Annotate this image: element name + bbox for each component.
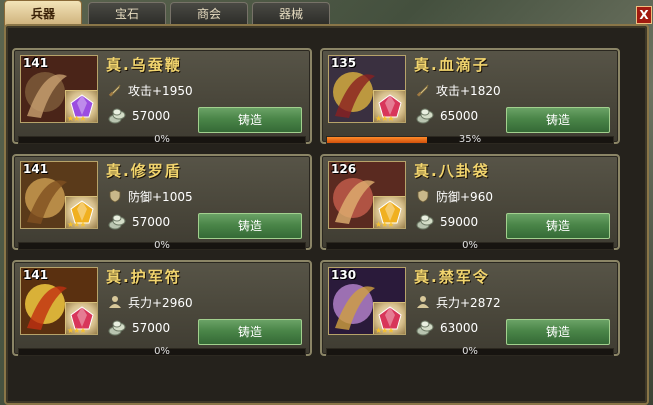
item-stat: 攻击+1950 bbox=[108, 82, 193, 99]
stat-value: 兵力+2872 bbox=[436, 296, 501, 310]
gem-slot[interactable]: ★★★ bbox=[65, 302, 97, 335]
gem-slot[interactable]: ★★★ bbox=[373, 302, 405, 335]
forge-progress-bar: 0% bbox=[18, 240, 306, 251]
gem-slot[interactable]: ★★★ bbox=[65, 90, 97, 123]
silver-icon bbox=[108, 214, 126, 230]
item-portrait: 141 ★★★ bbox=[20, 55, 98, 123]
forge-progress-bar: 0% bbox=[18, 134, 306, 145]
weapon-card-2[interactable]: 135 ★★★ 真.血滴子 攻击+1820 65000 铸造 35% bbox=[320, 48, 620, 145]
gem-slot[interactable]: ★★★ bbox=[373, 196, 405, 229]
item-cost: 57000 bbox=[108, 108, 170, 124]
forge-progress-bar: 35% bbox=[326, 134, 614, 145]
item-portrait: 130 ★★★ bbox=[328, 267, 406, 335]
item-name: 真.护军符 bbox=[106, 268, 182, 286]
cost-value: 63000 bbox=[440, 321, 479, 335]
item-cost: 57000 bbox=[108, 214, 170, 230]
item-stat: 防御+960 bbox=[416, 188, 493, 205]
progress-label: 0% bbox=[154, 240, 170, 251]
progress-label: 35% bbox=[458, 134, 482, 145]
item-cost: 65000 bbox=[416, 108, 478, 124]
gem-slot[interactable]: ★★★ bbox=[373, 90, 405, 123]
tab-bar: 兵器 宝石 商会 器械 X bbox=[0, 0, 653, 26]
silver-icon bbox=[416, 214, 434, 230]
item-name: 真.八卦袋 bbox=[414, 162, 490, 180]
item-portrait: 135 ★★★ bbox=[328, 55, 406, 123]
star-rating: ★★★ bbox=[67, 326, 86, 335]
star-rating: ★★★ bbox=[67, 114, 86, 123]
close-button[interactable]: X bbox=[636, 6, 652, 24]
forge-progress-bar: 0% bbox=[326, 240, 614, 251]
weapon-card-5[interactable]: 141 ★★★ 真.护军符 兵力+2960 57000 铸造 0% bbox=[12, 260, 312, 357]
stat-value: 防御+960 bbox=[436, 190, 493, 204]
cost-value: 65000 bbox=[440, 109, 479, 123]
tab-guild[interactable]: 商会 bbox=[170, 2, 248, 26]
silver-icon bbox=[416, 108, 434, 124]
shield-icon bbox=[108, 189, 122, 203]
item-name: 真.乌蚕鞭 bbox=[106, 56, 182, 74]
item-level: 126 bbox=[331, 162, 357, 176]
silver-icon bbox=[108, 108, 126, 124]
gem-slot[interactable]: ★★★ bbox=[65, 196, 97, 229]
cost-value: 59000 bbox=[440, 215, 479, 229]
item-cost: 59000 bbox=[416, 214, 478, 230]
forge-progress-bar: 0% bbox=[18, 346, 306, 357]
stat-value: 攻击+1820 bbox=[436, 84, 501, 98]
forge-button[interactable]: 铸造 bbox=[198, 213, 302, 239]
item-portrait: 141 ★★★ bbox=[20, 267, 98, 335]
item-stat: 兵力+2960 bbox=[108, 294, 193, 311]
item-stat: 防御+1005 bbox=[108, 188, 193, 205]
star-rating: ★★★ bbox=[375, 114, 394, 123]
star-rating: ★★★ bbox=[375, 220, 394, 229]
silver-icon bbox=[108, 320, 126, 336]
progress-label: 0% bbox=[462, 346, 478, 357]
weapon-card-6[interactable]: 130 ★★★ 真.禁军令 兵力+2872 63000 铸造 0% bbox=[320, 260, 620, 357]
weapon-card-4[interactable]: 126 ★★★ 真.八卦袋 防御+960 59000 铸造 0% bbox=[320, 154, 620, 251]
item-level: 135 bbox=[331, 56, 357, 70]
item-name: 真.修罗盾 bbox=[106, 162, 182, 180]
item-cost: 57000 bbox=[108, 320, 170, 336]
item-portrait: 141 ★★★ bbox=[20, 161, 98, 229]
progress-label: 0% bbox=[154, 346, 170, 357]
forge-button[interactable]: 铸造 bbox=[506, 319, 610, 345]
item-cost: 63000 bbox=[416, 320, 478, 336]
item-portrait: 126 ★★★ bbox=[328, 161, 406, 229]
item-level: 141 bbox=[23, 162, 49, 176]
cost-value: 57000 bbox=[132, 109, 171, 123]
forge-button[interactable]: 铸造 bbox=[506, 213, 610, 239]
progress-label: 0% bbox=[154, 134, 170, 145]
person-icon bbox=[416, 295, 430, 309]
progress-label: 0% bbox=[462, 240, 478, 251]
sword-icon bbox=[416, 83, 430, 97]
forge-button[interactable]: 铸造 bbox=[198, 319, 302, 345]
weapon-card-1[interactable]: 141 ★★★ 真.乌蚕鞭 攻击+1950 57000 铸造 0% bbox=[12, 48, 312, 145]
weapon-card-3[interactable]: 141 ★★★ 真.修罗盾 防御+1005 57000 铸造 0% bbox=[12, 154, 312, 251]
stat-value: 攻击+1950 bbox=[128, 84, 193, 98]
stat-value: 兵力+2960 bbox=[128, 296, 193, 310]
tab-gems[interactable]: 宝石 bbox=[88, 2, 166, 26]
star-rating: ★★★ bbox=[375, 326, 394, 335]
stat-value: 防御+1005 bbox=[128, 190, 193, 204]
forge-button[interactable]: 铸造 bbox=[198, 107, 302, 133]
shield-icon bbox=[416, 189, 430, 203]
item-stat: 兵力+2872 bbox=[416, 294, 501, 311]
item-name: 真.血滴子 bbox=[414, 56, 490, 74]
forge-button[interactable]: 铸造 bbox=[506, 107, 610, 133]
person-icon bbox=[108, 295, 122, 309]
silver-icon bbox=[416, 320, 434, 336]
item-level: 130 bbox=[331, 268, 357, 282]
forge-progress-bar: 0% bbox=[326, 346, 614, 357]
item-name: 真.禁军令 bbox=[414, 268, 490, 286]
tab-machinery[interactable]: 器械 bbox=[252, 2, 330, 26]
sword-icon bbox=[108, 83, 122, 97]
cost-value: 57000 bbox=[132, 215, 171, 229]
tab-weapons[interactable]: 兵器 bbox=[4, 0, 82, 26]
cost-value: 57000 bbox=[132, 321, 171, 335]
item-level: 141 bbox=[23, 56, 49, 70]
star-rating: ★★★ bbox=[67, 220, 86, 229]
item-level: 141 bbox=[23, 268, 49, 282]
item-stat: 攻击+1820 bbox=[416, 82, 501, 99]
